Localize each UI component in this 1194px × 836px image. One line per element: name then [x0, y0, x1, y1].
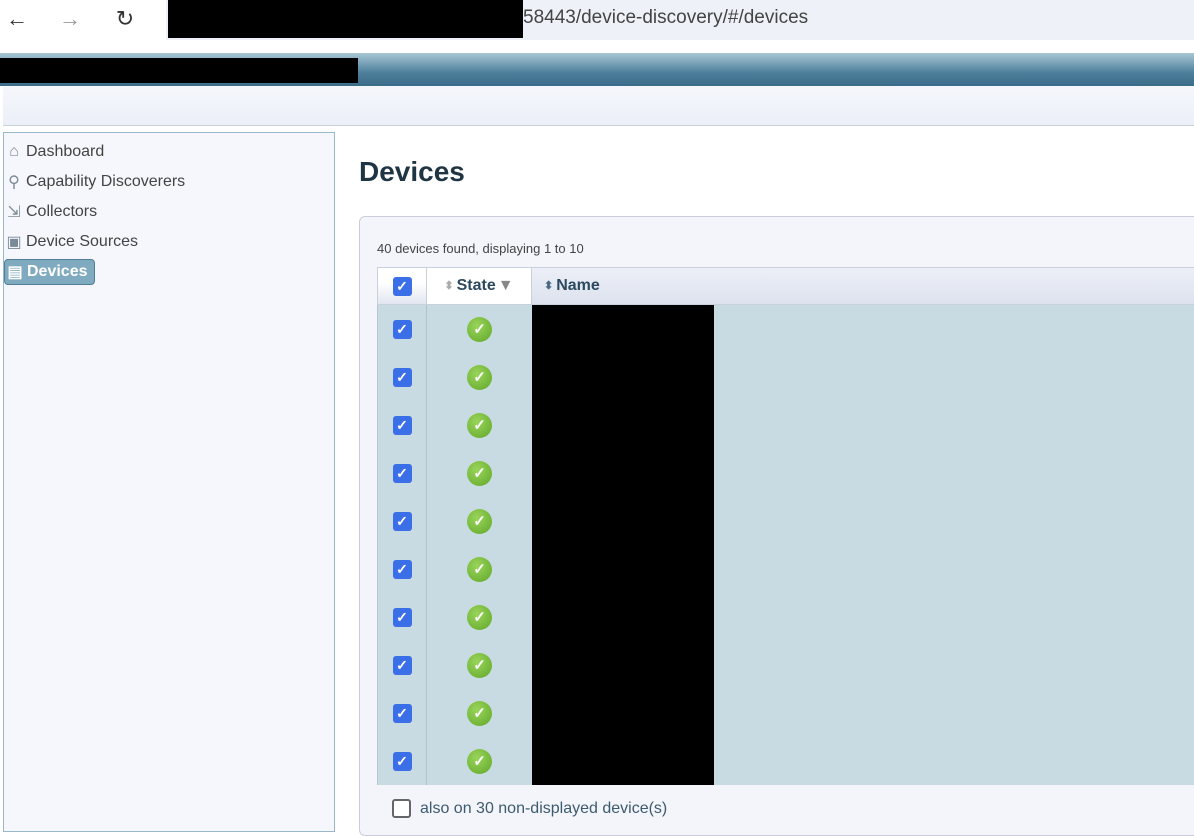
- row-checkbox[interactable]: ✓: [392, 559, 412, 579]
- redacted-title: [0, 58, 358, 83]
- also-non-displayed[interactable]: also on 30 non-displayed device(s): [392, 799, 667, 818]
- home-icon: ⌂: [9, 143, 19, 160]
- redacted-name: [532, 737, 714, 785]
- sort-icon[interactable]: ⬍: [544, 280, 553, 292]
- state-ok-icon: ✓: [467, 364, 492, 390]
- main-content: Devices 40 devices found, displaying 1 t…: [335, 126, 1194, 836]
- row-checkbox[interactable]: ✓: [392, 511, 412, 531]
- reload-button[interactable]: ↻: [110, 6, 140, 32]
- device-name-cell[interactable]: [532, 497, 1194, 545]
- row-checkbox[interactable]: ✓: [392, 607, 412, 627]
- sidebar-item-label: Devices: [27, 263, 88, 280]
- sidebar-item-label: Device Sources: [26, 233, 139, 250]
- redacted-name: [532, 305, 714, 353]
- redacted-name: [532, 545, 714, 593]
- devices-panel: 40 devices found, displaying 1 to 10 ✓ ⬍…: [359, 216, 1194, 836]
- collector-icon: ⇲: [7, 204, 21, 221]
- state-ok-icon: ✓: [467, 556, 492, 582]
- table-header: ✓ ⬍ State ▼ ⬍ Name: [377, 267, 1194, 305]
- state-ok-icon: ✓: [467, 412, 492, 438]
- device-name-cell[interactable]: [532, 689, 1194, 737]
- back-button[interactable]: ←: [2, 6, 32, 32]
- name-column-header[interactable]: ⬍ Name: [532, 268, 1194, 304]
- table-row[interactable]: ✓ ✓: [377, 641, 1194, 689]
- row-checkbox[interactable]: ✓: [392, 415, 412, 435]
- state-ok-icon: ✓: [467, 604, 492, 630]
- page-title: Devices: [359, 156, 465, 187]
- row-checkbox[interactable]: ✓: [392, 655, 412, 675]
- sidebar-item-label: Dashboard: [26, 143, 105, 160]
- redacted-name: [532, 689, 714, 737]
- state-header-label: State: [456, 277, 496, 294]
- sub-header: [3, 86, 1194, 126]
- state-ok-icon: ✓: [467, 508, 492, 534]
- row-checkbox[interactable]: ✓: [392, 703, 412, 723]
- table-row[interactable]: ✓ ✓: [377, 593, 1194, 641]
- table-row[interactable]: ✓ ✓: [377, 689, 1194, 737]
- state-ok-icon: ✓: [467, 652, 492, 678]
- redacted-name: [532, 593, 714, 641]
- sidebar-item-capability-discoverers[interactable]: ⚲ Capability Discoverers: [4, 169, 185, 195]
- redacted-name: [532, 449, 714, 497]
- redacted-name: [532, 497, 714, 545]
- sidebar-item-dashboard[interactable]: ⌂ Dashboard: [4, 139, 104, 165]
- browser-toolbar: ← → ↻ 58443/device-discovery/#/devices: [0, 0, 1194, 46]
- device-name-cell[interactable]: [532, 593, 1194, 641]
- sidebar-item-devices[interactable]: ▤ Devices: [4, 259, 95, 285]
- telescope-icon: ⚲: [8, 174, 20, 191]
- row-checkbox[interactable]: ✓: [392, 463, 412, 483]
- table-row[interactable]: ✓ ✓: [377, 401, 1194, 449]
- also-checkbox[interactable]: [392, 799, 411, 818]
- redacted-name: [532, 641, 714, 689]
- sort-icon[interactable]: ⬍: [444, 280, 453, 292]
- row-checkbox[interactable]: ✓: [392, 367, 412, 387]
- device-source-icon: ▣: [6, 234, 22, 251]
- select-all-checkbox[interactable]: ✓: [392, 276, 412, 296]
- devices-icon: ▤: [7, 264, 23, 281]
- table-row[interactable]: ✓ ✓: [377, 545, 1194, 593]
- also-label: also on 30 non-displayed device(s): [420, 799, 668, 817]
- sidebar-item-label: Capability Discoverers: [26, 173, 186, 190]
- device-name-cell[interactable]: [532, 545, 1194, 593]
- device-name-cell[interactable]: [532, 737, 1194, 785]
- url-text[interactable]: 58443/device-discovery/#/devices: [523, 7, 808, 29]
- sidebar-item-device-sources[interactable]: ▣ Device Sources: [4, 229, 138, 255]
- state-ok-icon: ✓: [467, 460, 492, 486]
- row-checkbox[interactable]: ✓: [392, 319, 412, 339]
- redacted-name: [532, 401, 714, 449]
- redacted-name: [532, 353, 714, 401]
- device-name-cell[interactable]: [532, 449, 1194, 497]
- result-count: 40 devices found, displaying 1 to 10: [377, 241, 584, 256]
- state-ok-icon: ✓: [467, 700, 492, 726]
- state-ok-icon: ✓: [467, 748, 492, 774]
- device-name-cell[interactable]: [532, 305, 1194, 353]
- forward-button[interactable]: →: [55, 6, 85, 32]
- table-row[interactable]: ✓ ✓: [377, 305, 1194, 353]
- sidebar-item-collectors[interactable]: ⇲ Collectors: [4, 199, 97, 225]
- row-checkbox[interactable]: ✓: [392, 751, 412, 771]
- device-name-cell[interactable]: [532, 641, 1194, 689]
- table-row[interactable]: ✓ ✓: [377, 737, 1194, 785]
- table-row[interactable]: ✓ ✓: [377, 353, 1194, 401]
- filter-icon[interactable]: ▼: [498, 277, 514, 295]
- devices-table: ✓ ⬍ State ▼ ⬍ Name ✓ ✓ ✓ ✓ ✓ ✓ ✓ ✓ ✓ ✓ ✓ ✓ ✓ ✓ ✓ ✓ ✓ ✓ ✓ ✓: [377, 267, 1194, 785]
- device-name-cell[interactable]: [532, 353, 1194, 401]
- state-ok-icon: ✓: [467, 316, 492, 342]
- table-row[interactable]: ✓ ✓: [377, 497, 1194, 545]
- state-column-header[interactable]: ⬍ State ▼: [427, 268, 532, 304]
- sidebar: ⌂ Dashboard ⚲ Capability Discoverers ⇲ Collec…: [3, 132, 335, 832]
- device-name-cell[interactable]: [532, 401, 1194, 449]
- name-header-label: Name: [556, 277, 600, 294]
- table-row[interactable]: ✓ ✓: [377, 449, 1194, 497]
- redacted-url: [168, 0, 523, 38]
- sidebar-item-label: Collectors: [26, 203, 98, 220]
